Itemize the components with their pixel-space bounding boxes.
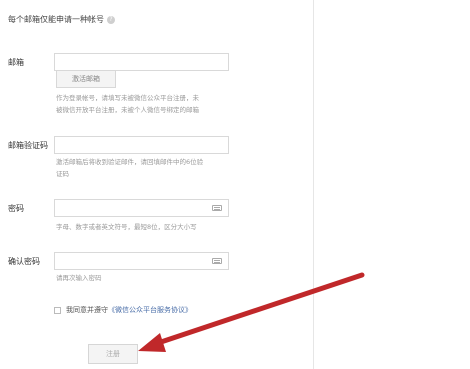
annotation-arrow (138, 272, 365, 352)
arrow-shaft (149, 272, 365, 348)
arrow-head (138, 333, 166, 352)
